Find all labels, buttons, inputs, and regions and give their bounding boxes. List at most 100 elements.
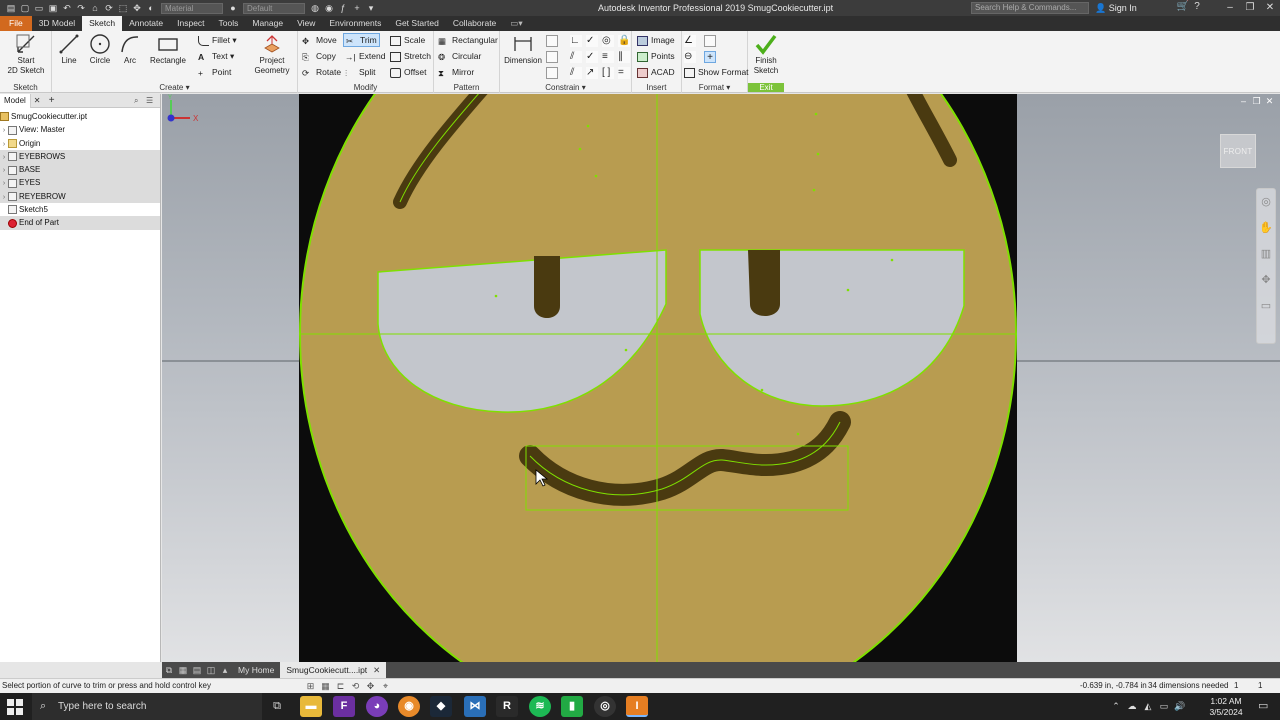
horizontal-icon[interactable]: ≡ (602, 51, 614, 63)
add-browser-icon[interactable]: + (49, 95, 55, 106)
volume-icon[interactable]: 🔊 (1172, 701, 1188, 712)
file-explorer-icon[interactable]: ▬ (300, 696, 322, 717)
right-pupil[interactable] (748, 250, 780, 316)
undo-icon[interactable]: ↶ (60, 3, 74, 14)
task-view-icon[interactable]: ⧉ (266, 696, 288, 717)
tab-list-icon[interactable]: ▴ (218, 665, 232, 676)
parallel-icon[interactable]: ⫽ (570, 51, 582, 63)
fillet-button[interactable]: Fillet ▾ (198, 33, 237, 47)
points-button[interactable]: Points (637, 49, 675, 63)
home-icon[interactable]: ⌂ (88, 3, 102, 13)
ortho-icon[interactable]: ⊏ (333, 679, 348, 693)
redo-icon[interactable]: ↷ (74, 3, 88, 14)
tab-collaborate[interactable]: Collaborate (446, 16, 503, 31)
driven-dimension-icon[interactable]: ⊖ (684, 51, 696, 63)
tab-file[interactable]: File (0, 16, 32, 31)
minimize-icon[interactable]: – (1220, 0, 1240, 16)
grid-icon[interactable]: ▦ (318, 679, 333, 693)
tab-environments[interactable]: Environments (322, 16, 388, 31)
steering-wheel-icon[interactable]: ◎ (1257, 189, 1275, 215)
taskbar-search-input[interactable]: ⌕ Type here to search (32, 693, 262, 720)
pan-icon[interactable]: ✋ (1257, 215, 1275, 241)
tile-icon[interactable]: ⧉ (162, 665, 176, 676)
help-icon[interactable]: ? (1190, 1, 1204, 12)
close-icon[interactable]: ✕ (1263, 96, 1276, 107)
show-constraints-icon[interactable] (546, 51, 558, 63)
tree-item-part[interactable]: SmugCookiecutter.ipt (0, 110, 160, 123)
notifications-icon[interactable]: ▭ (1258, 699, 1268, 712)
help-search-input[interactable]: Search Help & Commands... (971, 2, 1089, 14)
circle-button[interactable]: Circle (86, 33, 114, 66)
restore-icon[interactable]: ❐ (1240, 0, 1260, 16)
constraint-settings-icon[interactable] (546, 67, 558, 79)
expand-icon[interactable]: › (0, 177, 8, 190)
customize-icon[interactable]: ▾ (364, 3, 378, 14)
finish-sketch-button[interactable]: Finish Sketch (750, 33, 782, 76)
vscode-icon[interactable]: ⋈ (464, 696, 486, 717)
symmetric-icon[interactable]: [ ] (602, 67, 614, 79)
rectangle-button[interactable]: Rectangle (148, 33, 188, 66)
orbit-icon[interactable]: ✥ (1257, 267, 1275, 293)
tree-item-view[interactable]: › View: Master (0, 123, 160, 136)
snap-icon[interactable]: ⊞ (303, 679, 318, 693)
appearance-dropdown[interactable]: Default (243, 2, 305, 14)
zoom-icon[interactable]: ▥ (1257, 241, 1275, 267)
tab-view[interactable]: View (290, 16, 322, 31)
split-button[interactable]: ⫶ Split (345, 65, 376, 79)
concentric-icon[interactable]: ◎ (602, 35, 614, 47)
close-icon[interactable]: ✕ (373, 665, 380, 675)
search-icon[interactable]: ⌕ (134, 96, 146, 106)
offset-button[interactable]: Offset (390, 65, 427, 79)
acad-button[interactable]: ACAD (637, 65, 675, 79)
tree-item-sketch5[interactable]: Sketch5 (0, 203, 160, 216)
stretch-button[interactable]: Stretch (390, 49, 431, 63)
tangent-icon[interactable]: ✓ (586, 51, 598, 63)
steam-icon[interactable]: ◆ (430, 696, 452, 717)
tab-annotate[interactable]: Annotate (122, 16, 170, 31)
minimize-icon[interactable]: – (1237, 96, 1250, 107)
project-geometry-button[interactable]: Project Geometry (250, 33, 294, 76)
tab-3d-model[interactable]: 3D Model (32, 16, 82, 31)
nvidia-icon[interactable]: ◭ (1140, 701, 1156, 712)
show-format-button[interactable]: Show Format (684, 65, 749, 79)
measure-icon[interactable]: ✥ (130, 3, 144, 14)
adjust-icon[interactable]: ◉ (322, 3, 336, 14)
viewcube[interactable]: FRONT (1220, 134, 1256, 168)
move-button[interactable]: ✥ Move (302, 33, 337, 47)
tab-get-started[interactable]: Get Started (388, 16, 445, 31)
split-icon[interactable]: ◫ (204, 665, 218, 676)
perpendicular-icon[interactable]: ∟ (570, 35, 582, 47)
dimension-button[interactable]: Dimension (503, 33, 543, 66)
cart-icon[interactable]: 🛒 (1176, 1, 1190, 12)
fix-icon[interactable]: 🔒 (618, 35, 630, 47)
fusion-app-icon[interactable]: F (333, 696, 355, 717)
ribbon-toggle-icon[interactable]: ▭▾ (503, 16, 529, 31)
equal-icon[interactable]: = (618, 67, 630, 79)
open-icon[interactable]: ▭ (32, 3, 46, 14)
panel-label-format[interactable]: Format ▾ (682, 83, 747, 92)
expand-icon[interactable]: › (0, 191, 8, 204)
tree-item-base[interactable]: › BASE (0, 163, 160, 177)
cascade-icon[interactable]: ▦ (176, 665, 190, 676)
format-grid-icon[interactable] (704, 35, 716, 47)
tab-inspect[interactable]: Inspect (170, 16, 211, 31)
tree-item-reyebrow[interactable]: › REYEBROW (0, 189, 160, 204)
material-dropdown[interactable]: Material (161, 2, 223, 14)
arc-button[interactable]: Arc (118, 33, 142, 66)
image-button[interactable]: Image (637, 33, 675, 47)
trim-button[interactable]: ✂ Trim (343, 33, 380, 47)
scale-button[interactable]: Scale (390, 33, 425, 47)
select-icon[interactable]: ⬚ (116, 3, 130, 14)
restore-icon[interactable]: ❐ (1250, 96, 1263, 107)
tree-item-eyes[interactable]: › EYES (0, 176, 160, 190)
persist-icon[interactable]: ✥ (363, 679, 378, 693)
look-at-icon[interactable]: ▭ (1257, 293, 1275, 319)
network-icon[interactable]: ▭ (1156, 701, 1172, 712)
update-icon[interactable]: ⟳ (102, 3, 116, 14)
tree-item-origin[interactable]: › Origin (0, 137, 160, 150)
rotate-button[interactable]: ⟳ Rotate (302, 65, 341, 79)
save-icon[interactable]: ▣ (46, 3, 60, 14)
taskbar-clock[interactable]: 1:02 AM 3/5/2024 (1206, 696, 1246, 718)
circular-pattern-button[interactable]: ❂ Circular (438, 49, 481, 63)
close-icon[interactable]: ✕ (1260, 0, 1280, 16)
